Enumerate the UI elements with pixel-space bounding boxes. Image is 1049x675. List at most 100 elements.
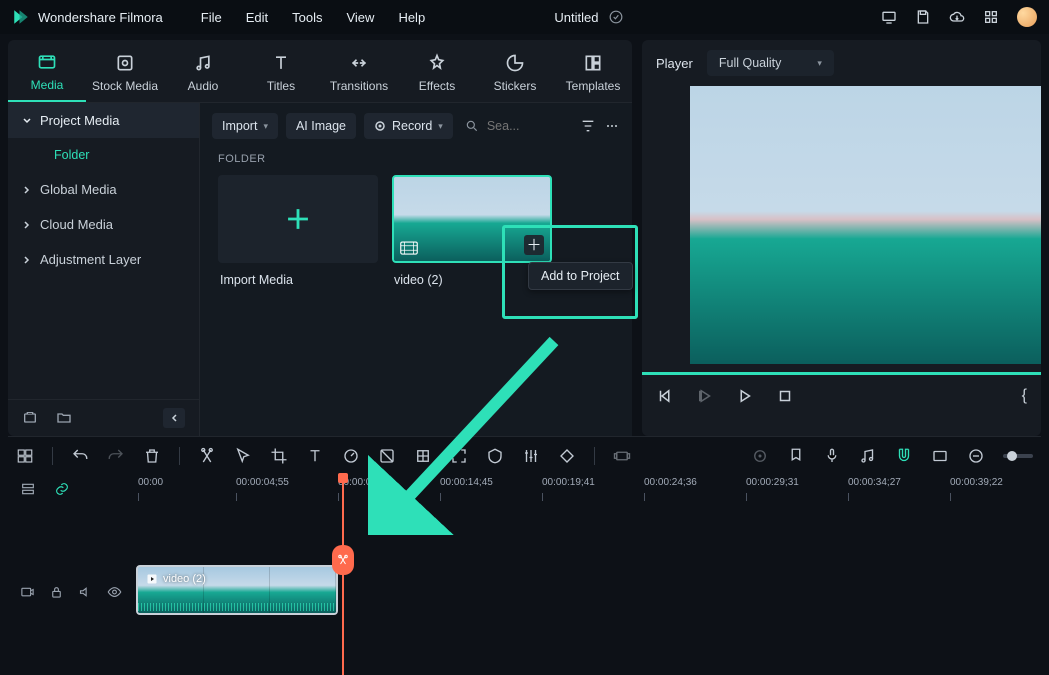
play-icon[interactable] xyxy=(736,387,754,405)
video-track-icon[interactable] xyxy=(20,584,35,600)
filter-icon[interactable] xyxy=(580,118,596,134)
import-media-thumb[interactable] xyxy=(218,175,378,263)
audio-mixer-icon[interactable] xyxy=(859,447,877,465)
menu-edit[interactable]: Edit xyxy=(246,10,268,25)
screen-icon[interactable] xyxy=(881,9,897,25)
menu-view[interactable]: View xyxy=(346,10,374,25)
ruler-tick: 00:00:34;27 xyxy=(848,477,901,488)
video-track-row: video (2) xyxy=(8,563,1041,621)
mixer-dot-icon[interactable] xyxy=(751,447,769,465)
ruler-tick: 00:00:39;22 xyxy=(950,477,1003,488)
player-quality-select[interactable]: Full Quality ▾ xyxy=(707,50,834,76)
title-bar: Wondershare Filmora File Edit Tools View… xyxy=(0,0,1049,34)
apps-grid-icon[interactable] xyxy=(983,9,999,25)
ruler-tick: 00:00 xyxy=(138,477,163,488)
ruler-tick: 00:00:29;31 xyxy=(746,477,799,488)
player-top-bar: Player Full Quality ▾ xyxy=(642,40,1041,86)
collapse-sidebar-button[interactable] xyxy=(163,408,185,428)
search-icon[interactable] xyxy=(465,119,479,133)
app-name: Wondershare Filmora xyxy=(38,10,163,25)
lock-track-icon[interactable] xyxy=(49,584,64,600)
sidebar-item-cloud-media[interactable]: Cloud Media xyxy=(8,207,199,242)
tab-transitions[interactable]: Transitions xyxy=(320,47,398,101)
undo-icon[interactable] xyxy=(71,447,89,465)
tab-effects[interactable]: Effects xyxy=(398,47,476,101)
media-panel: Media Stock Media Audio Titles Transitio… xyxy=(8,40,632,436)
cloud-icon[interactable] xyxy=(949,9,965,25)
add-to-project-badge[interactable]: ＋ xyxy=(524,235,544,255)
panels-icon[interactable] xyxy=(16,447,34,465)
link-icon[interactable] xyxy=(54,481,70,497)
timeline-panel: 00:00 00:00:04;55 00:00:09;50 00:00:14;4… xyxy=(0,436,1049,621)
tab-titles[interactable]: Titles xyxy=(242,47,320,101)
magnet-icon[interactable] xyxy=(895,447,913,465)
project-title-wrap: Untitled xyxy=(554,10,622,25)
player-panel: Player Full Quality ▾ { xyxy=(642,40,1041,436)
select-tool-icon[interactable] xyxy=(234,447,252,465)
caret-down-icon: ▾ xyxy=(438,121,443,132)
layout-icon[interactable] xyxy=(20,481,36,497)
import-media-card[interactable]: Import Media xyxy=(218,175,378,287)
color-grade-icon[interactable] xyxy=(378,447,396,465)
new-folder-icon[interactable] xyxy=(56,410,72,426)
sidebar-sub-folder[interactable]: Folder xyxy=(8,138,199,172)
mute-track-icon[interactable] xyxy=(78,584,93,600)
split-icon[interactable] xyxy=(198,447,216,465)
mask-icon[interactable] xyxy=(486,447,504,465)
record-button[interactable]: Record▾ xyxy=(364,113,453,139)
tab-templates[interactable]: Templates xyxy=(554,47,632,101)
marker-icon[interactable] xyxy=(787,447,805,465)
prev-frame-icon[interactable] xyxy=(656,387,674,405)
adjust-icon[interactable] xyxy=(522,447,540,465)
voiceover-icon[interactable] xyxy=(823,447,841,465)
menu-file[interactable]: File xyxy=(201,10,222,25)
import-button[interactable]: Import▾ xyxy=(212,113,278,139)
keyframe-icon[interactable] xyxy=(558,447,576,465)
tab-audio[interactable]: Audio xyxy=(164,47,242,101)
sidebar-item-adjustment-layer[interactable]: Adjustment Layer xyxy=(8,242,199,277)
record-dot-icon xyxy=(374,120,386,132)
fit-zoom-icon[interactable] xyxy=(931,447,949,465)
more-icon[interactable] xyxy=(604,118,620,134)
ai-image-button[interactable]: AI Image xyxy=(286,113,356,139)
visibility-icon[interactable] xyxy=(107,584,122,600)
chevron-right-icon xyxy=(22,220,32,230)
player-settings-brace[interactable]: { xyxy=(1022,387,1027,405)
timeline-ruler[interactable]: 00:00 00:00:04;55 00:00:09;50 00:00:14;4… xyxy=(134,475,1041,515)
filmora-logo-icon xyxy=(12,8,30,26)
zoom-out-icon[interactable] xyxy=(967,447,985,465)
stop-icon[interactable] xyxy=(776,387,794,405)
zoom-slider[interactable] xyxy=(1003,454,1033,458)
new-bin-icon[interactable] xyxy=(22,410,38,426)
search-input[interactable] xyxy=(487,119,531,133)
delete-icon[interactable] xyxy=(143,447,161,465)
step-play-icon[interactable] xyxy=(696,387,714,405)
sidebar-item-global-media[interactable]: Global Media xyxy=(8,172,199,207)
text-tool-icon[interactable] xyxy=(306,447,324,465)
user-avatar[interactable] xyxy=(1017,7,1037,27)
player-canvas[interactable] xyxy=(690,86,1041,364)
tab-stickers[interactable]: Stickers xyxy=(476,47,554,101)
search-wrap xyxy=(461,119,535,133)
tab-media[interactable]: Media xyxy=(8,46,86,102)
chevron-left-icon xyxy=(169,413,179,423)
timeline-clip[interactable]: video (2) xyxy=(136,565,338,615)
menu-help[interactable]: Help xyxy=(398,10,425,25)
speed-icon[interactable] xyxy=(342,447,360,465)
tab-stock-media[interactable]: Stock Media xyxy=(86,47,164,101)
render-icon[interactable] xyxy=(613,447,631,465)
menu-tools[interactable]: Tools xyxy=(292,10,322,25)
save-icon[interactable] xyxy=(915,9,931,25)
sidebar-item-project-media[interactable]: Project Media xyxy=(8,103,199,138)
video-track-lane[interactable]: video (2) xyxy=(134,563,1041,621)
chroma-key-icon[interactable] xyxy=(414,447,432,465)
plus-icon xyxy=(281,202,315,236)
expand-icon[interactable] xyxy=(450,447,468,465)
redo-icon[interactable] xyxy=(107,447,125,465)
crop-icon[interactable] xyxy=(270,447,288,465)
video-clip-thumb[interactable]: ＋ xyxy=(392,175,552,263)
clip-label: video (2) xyxy=(146,573,206,585)
split-playhead-handle[interactable] xyxy=(332,545,354,575)
timeline-toolbar xyxy=(8,436,1041,475)
playhead[interactable] xyxy=(342,475,344,675)
